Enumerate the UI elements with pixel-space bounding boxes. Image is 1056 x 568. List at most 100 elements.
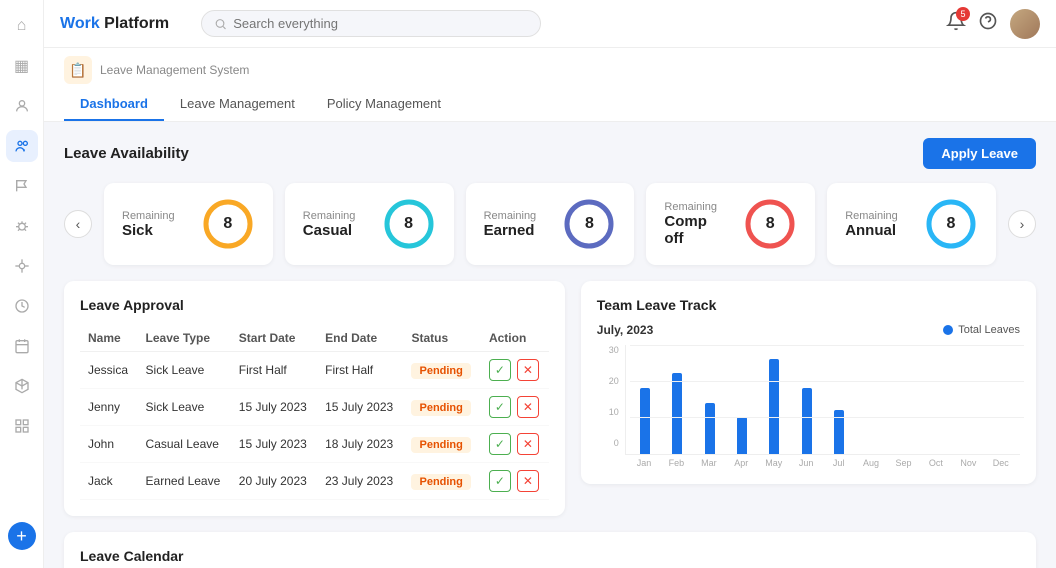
table-row: Jessica Sick Leave First Half First Half…	[80, 352, 549, 389]
row-name: Jack	[80, 463, 138, 500]
leave-card-earned: Remaining Earned 8	[466, 183, 635, 265]
leave-card-sick: Remaining Sick 8	[104, 183, 273, 265]
chart-bar-col	[727, 345, 757, 454]
reject-button[interactable]: ✕	[517, 433, 539, 455]
chart-bar-col	[759, 345, 789, 454]
page-header: 📋 Leave Management System Dashboard Leav…	[44, 48, 1056, 122]
tab-leave-management[interactable]: Leave Management	[164, 88, 311, 121]
y-label-10: 10	[609, 407, 619, 417]
chart-bar-col	[856, 345, 886, 454]
chart-bar-col	[824, 345, 854, 454]
search-bar[interactable]	[201, 10, 541, 37]
x-label-feb: Feb	[661, 458, 691, 468]
casual-label: Remaining	[303, 210, 368, 222]
status-badge: Pending	[411, 474, 470, 490]
cards-next-button[interactable]: ›	[1008, 210, 1036, 238]
chart-legend: Total Leaves	[943, 324, 1020, 336]
status-badge: Pending	[411, 363, 470, 379]
col-end-date: End Date	[317, 325, 403, 352]
sidebar-item-clock[interactable]	[6, 290, 38, 322]
reject-button[interactable]: ✕	[517, 359, 539, 381]
sidebar-item-person[interactable]	[6, 90, 38, 122]
breadcrumb-icon: 📋	[64, 56, 92, 84]
leave-approval-col: Leave Approval Name Leave Type Start Dat…	[64, 281, 565, 516]
x-label-may: May	[759, 458, 789, 468]
apply-leave-button[interactable]: Apply Leave	[923, 138, 1036, 169]
annual-donut: 8	[924, 197, 978, 251]
annual-value: 8	[947, 215, 956, 233]
sidebar-item-bug[interactable]	[6, 210, 38, 242]
row-action: ✓ ✕	[481, 463, 549, 500]
x-label-oct: Oct	[921, 458, 951, 468]
sidebar-add-button[interactable]: +	[8, 522, 36, 550]
sick-value: 8	[223, 215, 232, 233]
x-label-nov: Nov	[953, 458, 983, 468]
chart-bar-col	[662, 345, 692, 454]
leave-card-annual: Remaining Annual 8	[827, 183, 996, 265]
sidebar-item-calendar[interactable]	[6, 330, 38, 362]
approve-button[interactable]: ✓	[489, 470, 511, 492]
row-start: First Half	[231, 352, 317, 389]
approve-button[interactable]: ✓	[489, 433, 511, 455]
two-col-section: Leave Approval Name Leave Type Start Dat…	[44, 281, 1056, 532]
x-label-mar: Mar	[694, 458, 724, 468]
table-row: John Casual Leave 15 July 2023 18 July 2…	[80, 426, 549, 463]
chart-bar-col	[889, 345, 919, 454]
row-status: Pending	[403, 463, 480, 500]
status-badge: Pending	[411, 437, 470, 453]
legend-label: Total Leaves	[958, 324, 1020, 336]
row-name: Jessica	[80, 352, 138, 389]
row-leave-type: Earned Leave	[138, 463, 231, 500]
leave-availability-header: Leave Availability Apply Leave	[64, 138, 1036, 169]
casual-value: 8	[404, 215, 413, 233]
reject-button[interactable]: ✕	[517, 470, 539, 492]
cards-prev-button[interactable]: ‹	[64, 210, 92, 238]
sidebar-item-apps[interactable]	[6, 410, 38, 442]
sick-type: Sick	[122, 222, 187, 239]
chart-bar	[769, 359, 779, 454]
x-label-sep: Sep	[888, 458, 918, 468]
row-action: ✓ ✕	[481, 426, 549, 463]
notification-button[interactable]: 5	[946, 11, 966, 36]
row-start: 15 July 2023	[231, 389, 317, 426]
sidebar: ⌂ ▦ +	[0, 0, 44, 568]
search-input[interactable]	[233, 16, 528, 31]
leave-availability-section: Leave Availability Apply Leave ‹ Remaini…	[44, 122, 1056, 281]
row-name: John	[80, 426, 138, 463]
approve-button[interactable]: ✓	[489, 359, 511, 381]
row-leave-type: Sick Leave	[138, 352, 231, 389]
team-leave-track-col: Team Leave Track July, 2023 Total Leaves…	[581, 281, 1036, 516]
chart-bar-col	[986, 345, 1016, 454]
main-content: Work Platform 5 📋 Leave Management Syste…	[44, 0, 1056, 568]
sidebar-item-flag[interactable]	[6, 170, 38, 202]
reject-button[interactable]: ✕	[517, 396, 539, 418]
row-status: Pending	[403, 352, 480, 389]
table-row: Jenny Sick Leave 15 July 2023 15 July 20…	[80, 389, 549, 426]
team-leave-track-card: Team Leave Track July, 2023 Total Leaves…	[581, 281, 1036, 484]
sick-donut: 8	[201, 197, 255, 251]
x-label-apr: Apr	[726, 458, 756, 468]
tab-dashboard[interactable]: Dashboard	[64, 88, 164, 121]
row-end: 23 July 2023	[317, 463, 403, 500]
sidebar-item-box[interactable]	[6, 370, 38, 402]
row-start: 15 July 2023	[231, 426, 317, 463]
y-label-20: 20	[609, 376, 619, 386]
search-icon	[214, 17, 227, 31]
breadcrumb: 📋 Leave Management System	[64, 56, 1036, 84]
tab-policy-management[interactable]: Policy Management	[311, 88, 457, 121]
sidebar-item-connect[interactable]	[6, 250, 38, 282]
approve-button[interactable]: ✓	[489, 396, 511, 418]
y-label-30: 30	[609, 345, 619, 355]
chart-bar-col	[630, 345, 660, 454]
legend-dot	[943, 325, 953, 335]
user-avatar[interactable]	[1010, 9, 1040, 39]
row-action: ✓ ✕	[481, 352, 549, 389]
sidebar-item-people[interactable]	[6, 130, 38, 162]
track-title: Team Leave Track	[597, 297, 717, 313]
sidebar-item-grid[interactable]: ▦	[6, 50, 38, 82]
compoff-value: 8	[766, 215, 775, 233]
help-button[interactable]	[978, 11, 998, 36]
annual-label: Remaining	[845, 210, 910, 222]
earned-value: 8	[585, 215, 594, 233]
sidebar-item-home[interactable]: ⌂	[6, 10, 38, 42]
